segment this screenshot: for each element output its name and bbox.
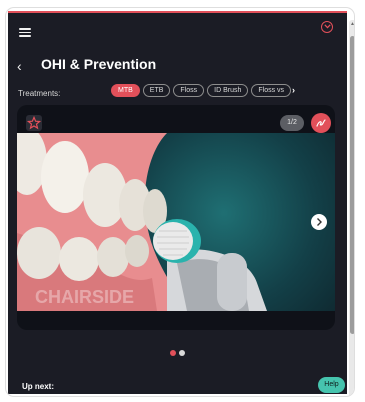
favorite-button[interactable] <box>26 115 42 131</box>
scrollbar[interactable]: ▲ ▼ <box>349 20 354 396</box>
top-accent-bar <box>8 11 347 13</box>
treatment-chip[interactable]: Floss <box>173 84 205 97</box>
browser-frame: ‹ OHI & Prevention Treatments: MTB ETB Flo… <box>6 8 354 396</box>
annotate-button[interactable] <box>311 113 331 133</box>
app-view: ‹ OHI & Prevention Treatments: MTB ETB Flo… <box>8 11 347 394</box>
help-button[interactable]: Help <box>318 377 345 393</box>
scroll-down-icon[interactable]: ▼ <box>350 394 354 396</box>
treatment-chip[interactable]: Floss vs <box>251 84 292 97</box>
scroll-up-icon[interactable]: ▲ <box>350 21 354 27</box>
treatment-chip[interactable]: ID Brush <box>207 84 249 97</box>
chevron-down-circle-icon[interactable] <box>321 21 333 33</box>
toothbrush-on-teeth-illustration: CHAIRSIDE <box>17 133 267 311</box>
up-next-label: Up next: <box>22 382 54 391</box>
pagination-dot[interactable] <box>179 350 185 356</box>
back-button[interactable]: ‹ <box>17 58 22 74</box>
dental-illustration-image[interactable]: CHAIRSIDE <box>17 133 335 311</box>
chevron-right-icon[interactable]: › <box>292 85 295 95</box>
image-counter: 1/2 <box>280 115 304 131</box>
chevron-right-icon <box>317 218 322 226</box>
pagination-dot[interactable] <box>170 350 176 356</box>
chevron-left-icon: ‹ <box>17 58 22 74</box>
pen-scribble-icon <box>316 119 326 127</box>
watermark-text: CHAIRSIDE <box>35 287 134 307</box>
treatment-chip[interactable]: MTB <box>111 84 140 97</box>
scrollbar-thumb[interactable] <box>350 36 354 334</box>
next-image-button[interactable] <box>311 214 327 230</box>
carousel-pagination <box>170 343 188 361</box>
treatments-label: Treatments: <box>18 89 61 98</box>
treatment-chip[interactable]: ETB <box>142 84 171 97</box>
media-viewer-card: 1/2 CHAIRSIDE <box>17 105 335 330</box>
page-title: OHI & Prevention <box>41 56 157 72</box>
star-outline-icon <box>26 115 42 130</box>
treatment-chips: MTB ETB Floss ID Brush Floss vs <box>111 84 299 98</box>
hamburger-menu-icon[interactable] <box>19 28 31 37</box>
